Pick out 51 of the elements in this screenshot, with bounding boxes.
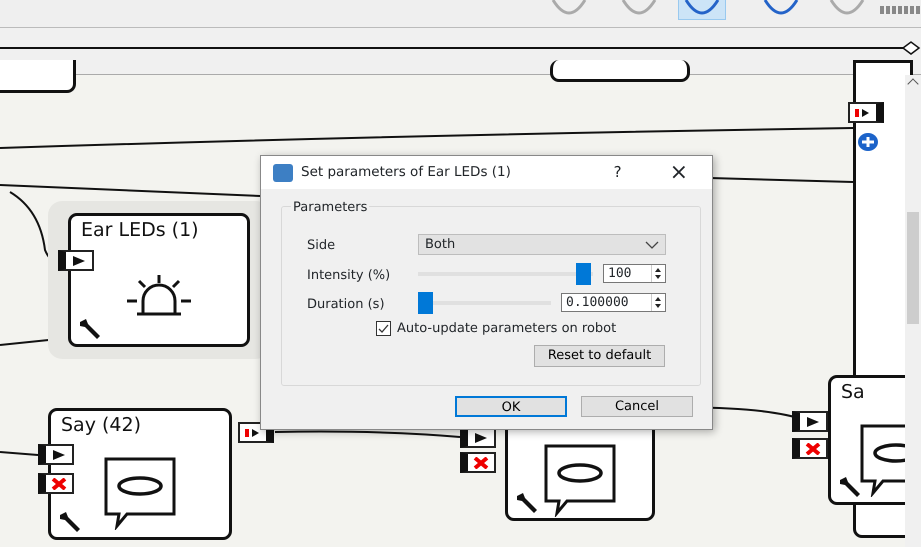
behavior-box[interactable]: Sa: [828, 375, 905, 505]
start-port[interactable]: [58, 250, 94, 271]
cross-icon: [805, 442, 821, 454]
stop-port[interactable]: [792, 438, 828, 459]
output-port[interactable]: [848, 102, 884, 123]
timeline-track[interactable]: [0, 38, 921, 58]
play-icon: [72, 254, 86, 266]
behavior-box[interactable]: Ear LEDs (1): [68, 213, 250, 347]
field-label: Duration (s): [307, 296, 385, 314]
box-title: Sa: [841, 380, 865, 405]
wrench-icon: [514, 492, 540, 514]
checkbox[interactable]: [376, 321, 391, 336]
field-label: Side: [307, 237, 336, 255]
plus-icon: [857, 132, 879, 152]
stop-port[interactable]: [38, 473, 74, 494]
behavior-box[interactable]: Say (42): [48, 408, 232, 540]
reset-button[interactable]: Reset to default: [534, 345, 665, 367]
cross-icon: [51, 478, 67, 490]
output-arrow-icon: [855, 108, 871, 118]
box-title: Say (42): [61, 413, 141, 438]
behavior-box[interactable]: [550, 60, 690, 82]
grip-icon: [880, 6, 921, 14]
help-button[interactable]: ?: [614, 161, 622, 184]
checkbox-label: Auto-update parameters on robot: [397, 320, 616, 338]
box-title: Ear LEDs (1): [81, 218, 199, 243]
wrench-icon: [837, 476, 863, 498]
start-port[interactable]: [792, 411, 828, 432]
cancel-button[interactable]: Cancel: [581, 396, 693, 417]
app-icon: [273, 164, 293, 182]
field-label: Intensity (%): [307, 267, 390, 285]
ok-button[interactable]: OK: [455, 396, 567, 417]
speech-bubble-icon: [543, 443, 617, 517]
slider-thumb[interactable]: [418, 292, 433, 314]
stop-port[interactable]: [460, 452, 496, 473]
wrench-icon: [57, 511, 83, 533]
close-button[interactable]: ×: [670, 162, 688, 184]
speech-bubble-icon: [103, 456, 177, 530]
play-icon: [52, 448, 66, 460]
start-port[interactable]: [38, 444, 74, 465]
cross-icon: [473, 456, 489, 468]
spin-box[interactable]: 0.100000: [561, 293, 666, 312]
chevron-down-icon: [645, 240, 659, 248]
spin-box[interactable]: 100: [603, 264, 666, 283]
scrollbar-thumb[interactable]: [907, 212, 919, 324]
slider-thumb[interactable]: [576, 263, 591, 285]
dialog-title: Set parameters of Ear LEDs (1): [301, 163, 512, 182]
wrench-icon: [77, 318, 103, 340]
dropdown[interactable]: Both: [418, 234, 666, 255]
play-icon: [806, 416, 820, 428]
output-arrow-icon: [245, 428, 261, 438]
behavior-box[interactable]: [0, 60, 76, 93]
